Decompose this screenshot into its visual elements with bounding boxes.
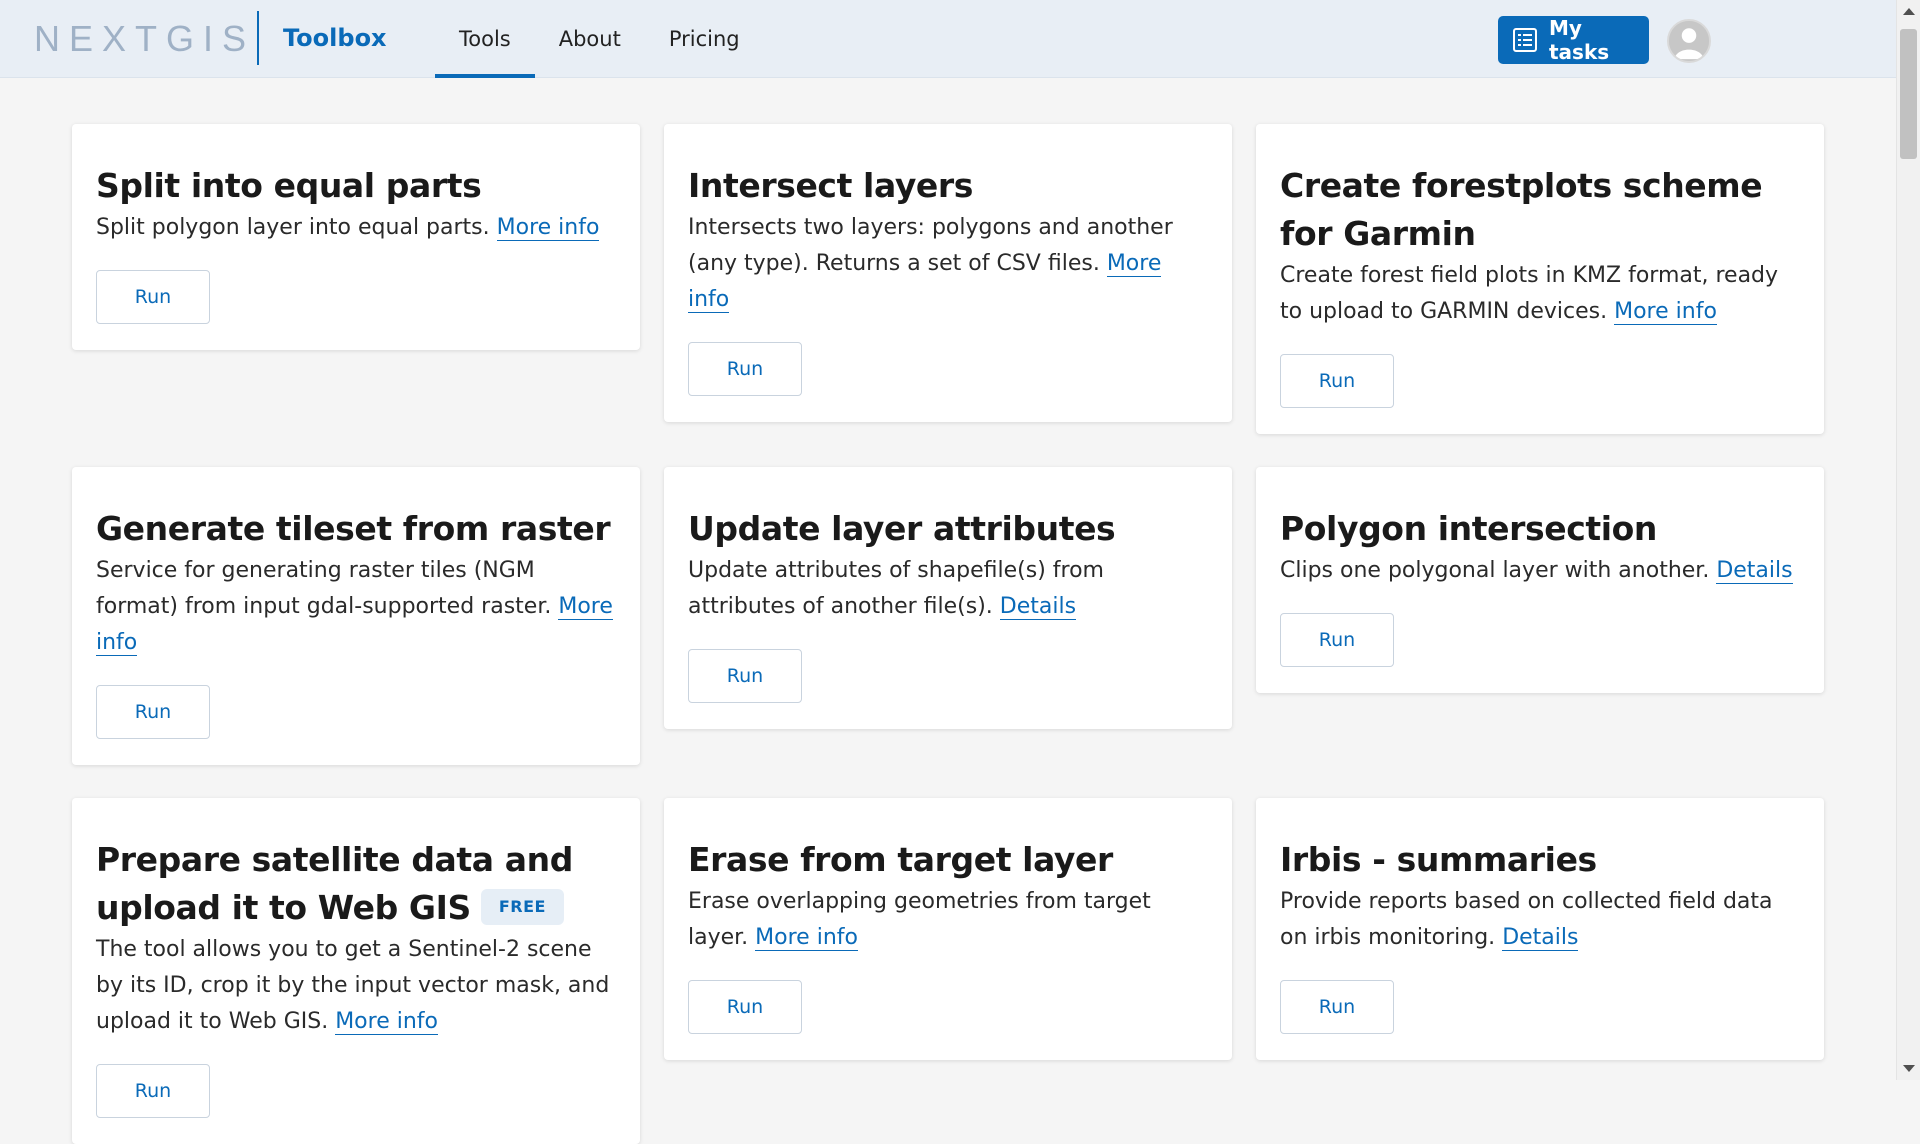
card-title: Generate tileset from raster	[96, 509, 611, 548]
card-title: Irbis - summaries	[1280, 840, 1597, 879]
top-header: NEXTGIS Toolbox Tools About Pricing My t…	[0, 0, 1896, 78]
card-description-text: Split polygon layer into equal parts.	[96, 215, 490, 240]
tool-card: Erase from target layer Erase overlappin…	[664, 798, 1232, 1060]
nextgis-logo[interactable]: NEXTGIS	[34, 20, 255, 58]
more-info-link[interactable]: More info	[335, 1009, 438, 1035]
run-button[interactable]: Run	[96, 1064, 210, 1118]
scrollbar-thumb[interactable]	[1900, 29, 1917, 159]
tool-card: Intersect layers Intersects two layers: …	[664, 124, 1232, 422]
details-link[interactable]: Details	[1502, 925, 1579, 951]
card-title: Intersect layers	[688, 166, 974, 205]
card-description-text: Intersects two layers: polygons and anot…	[688, 215, 1173, 276]
card-description: The tool allows you to get a Sentinel-2 …	[96, 932, 616, 1040]
more-info-link[interactable]: More info	[1614, 299, 1717, 325]
my-tasks-label: My tasks	[1548, 16, 1610, 64]
tool-card: Polygon intersection Clips one polygonal…	[1256, 467, 1824, 693]
card-title: Prepare satellite data and upload it to …	[96, 836, 616, 932]
card-title: Update layer attributes	[688, 509, 1116, 548]
tool-card: Split into equal parts Split polygon lay…	[72, 124, 640, 350]
card-title: Create forestplots scheme for Garmin	[1280, 166, 1763, 253]
card-description: Split polygon layer into equal parts. Mo…	[96, 210, 616, 246]
card-description-text: Clips one polygonal layer with another.	[1280, 558, 1710, 583]
card-description: Erase overlapping geometries from target…	[688, 884, 1208, 956]
card-description: Service for generating raster tiles (NGM…	[96, 553, 616, 661]
more-info-link[interactable]: More info	[755, 925, 858, 951]
card-description: Provide reports based on collected field…	[1280, 884, 1800, 956]
product-name[interactable]: Toolbox	[283, 22, 387, 54]
avatar-silhouette-icon	[1669, 21, 1709, 61]
logo-divider	[257, 11, 259, 65]
details-link[interactable]: Details	[1716, 558, 1793, 584]
card-title: Split into equal parts	[96, 166, 482, 205]
tool-card: Generate tileset from raster Service for…	[72, 467, 640, 765]
run-button[interactable]: Run	[1280, 613, 1394, 667]
scroll-down-icon[interactable]	[1903, 1065, 1915, 1072]
tool-card: Create forestplots scheme for Garmin Cre…	[1256, 124, 1824, 434]
tab-pricing[interactable]: Pricing	[645, 0, 764, 78]
tool-card: Update layer attributes Update attribute…	[664, 467, 1232, 729]
scroll-up-icon[interactable]	[1903, 8, 1915, 15]
tool-card: Irbis - summaries Provide reports based …	[1256, 798, 1824, 1060]
tab-about[interactable]: About	[535, 0, 645, 78]
card-description: Intersects two layers: polygons and anot…	[688, 210, 1208, 318]
card-description-text: Service for generating raster tiles (NGM…	[96, 558, 552, 619]
run-button[interactable]: Run	[1280, 980, 1394, 1034]
run-button[interactable]: Run	[1280, 354, 1394, 408]
more-info-link[interactable]: More info	[496, 215, 600, 241]
card-description: Create forest field plots in KMZ format,…	[1280, 258, 1800, 330]
main-nav: Tools About Pricing	[435, 0, 764, 78]
page-scrollbar[interactable]	[1896, 0, 1920, 1080]
run-button[interactable]: Run	[688, 980, 802, 1034]
card-title: Polygon intersection	[1280, 509, 1658, 548]
list-icon	[1512, 28, 1537, 52]
user-avatar-icon[interactable]	[1667, 19, 1711, 63]
my-tasks-button[interactable]: My tasks	[1498, 16, 1649, 64]
tab-tools[interactable]: Tools	[435, 0, 535, 78]
free-badge: FREE	[480, 888, 564, 925]
run-button[interactable]: Run	[96, 685, 210, 739]
tool-card: Prepare satellite data and upload it to …	[72, 798, 640, 1144]
card-title: Erase from target layer	[688, 840, 1113, 879]
run-button[interactable]: Run	[688, 649, 802, 703]
run-button[interactable]: Run	[688, 342, 802, 396]
card-description: Clips one polygonal layer with another. …	[1280, 553, 1800, 589]
card-description: Update attributes of shapefile(s) from a…	[688, 553, 1208, 625]
run-button[interactable]: Run	[96, 270, 210, 324]
details-link[interactable]: Details	[999, 594, 1077, 620]
